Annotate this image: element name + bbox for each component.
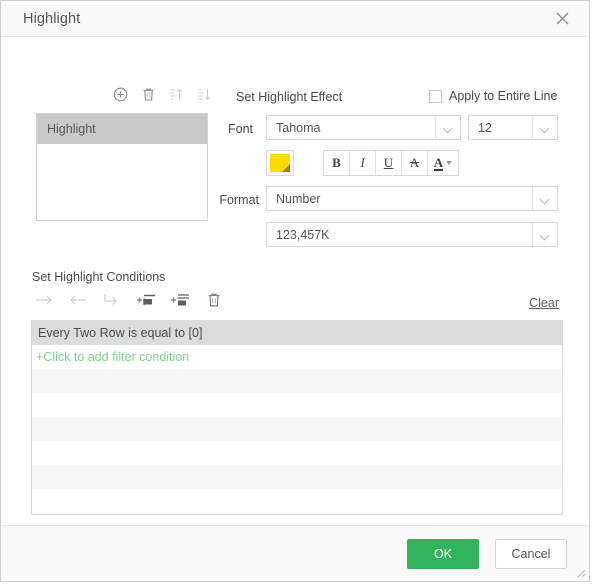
format-type-value: Number bbox=[276, 191, 321, 206]
conditions-grid[interactable]: Every Two Row is equal to [0] +Click to … bbox=[31, 320, 563, 515]
set-highlight-effect-label: Set Highlight Effect bbox=[236, 90, 343, 104]
page-title: Highlight bbox=[23, 10, 81, 27]
cancel-button[interactable]: Cancel bbox=[495, 538, 567, 569]
table-row[interactable] bbox=[32, 441, 562, 465]
arrow-turn-icon[interactable] bbox=[102, 290, 122, 310]
color-swatch bbox=[270, 154, 290, 172]
italic-glyph: I bbox=[360, 155, 365, 170]
table-row[interactable]: Every Two Row is equal to [0] bbox=[32, 321, 562, 345]
font-color-glyph: A bbox=[433, 154, 444, 171]
apply-to-entire-line-label: Apply to Entire Line bbox=[449, 89, 558, 103]
bold-icon[interactable]: B bbox=[324, 151, 350, 175]
resize-grip-icon[interactable] bbox=[574, 566, 586, 578]
clear-conditions-link[interactable]: Clear bbox=[529, 296, 559, 310]
list-item[interactable]: Highlight bbox=[37, 114, 207, 144]
set-highlight-conditions-label: Set Highlight Conditions bbox=[32, 270, 166, 284]
format-type-select[interactable]: Number bbox=[266, 186, 558, 211]
trash-icon[interactable] bbox=[204, 290, 224, 310]
table-row[interactable] bbox=[32, 489, 562, 513]
trash-icon[interactable] bbox=[139, 85, 157, 103]
highlight-list-toolbar bbox=[111, 85, 213, 103]
arrow-left-icon[interactable] bbox=[68, 290, 88, 310]
font-size-select[interactable]: 12 bbox=[468, 115, 558, 140]
checkbox-box[interactable] bbox=[429, 89, 442, 103]
dialog-footer: OK Cancel bbox=[1, 525, 589, 581]
font-size-value: 12 bbox=[478, 120, 492, 135]
format-label: Format bbox=[219, 193, 259, 207]
font-family-value: Tahoma bbox=[276, 120, 321, 135]
bold-glyph: B bbox=[332, 155, 341, 170]
italic-icon[interactable]: I bbox=[350, 151, 376, 175]
ok-button[interactable]: OK bbox=[407, 538, 479, 569]
chevron-down-icon[interactable] bbox=[532, 116, 557, 139]
underline-icon[interactable]: U bbox=[376, 151, 402, 175]
table-row[interactable] bbox=[32, 369, 562, 393]
font-color-icon[interactable]: A bbox=[428, 151, 458, 175]
add-condition-icon[interactable] bbox=[136, 290, 156, 310]
font-style-toolbar: B I U A A bbox=[323, 150, 459, 176]
add-circle-icon[interactable] bbox=[111, 85, 129, 103]
format-pattern-select[interactable]: 123,457K bbox=[266, 222, 558, 247]
table-row[interactable] bbox=[32, 393, 562, 417]
apply-to-entire-line-checkbox[interactable]: Apply to Entire Line bbox=[429, 89, 557, 103]
chevron-down-icon[interactable] bbox=[435, 116, 460, 139]
sort-descending-icon[interactable] bbox=[195, 85, 213, 103]
chevron-down-icon[interactable] bbox=[532, 223, 557, 246]
add-group-icon[interactable] bbox=[170, 290, 190, 310]
chevron-down-icon[interactable] bbox=[446, 161, 453, 165]
arrow-right-icon[interactable] bbox=[34, 290, 54, 310]
title-bar: Highlight bbox=[1, 1, 589, 37]
sort-ascending-icon[interactable] bbox=[167, 85, 185, 103]
highlight-dialog: Highlight Highlight Set Highlight Effect… bbox=[0, 0, 590, 582]
format-pattern-value: 123,457K bbox=[276, 227, 330, 242]
table-row[interactable] bbox=[32, 465, 562, 489]
chevron-down-icon[interactable] bbox=[532, 187, 557, 210]
font-label: Font bbox=[227, 122, 253, 136]
dialog-body: Highlight Set Highlight Effect Apply to … bbox=[1, 37, 589, 550]
strikethrough-glyph: A bbox=[409, 155, 420, 170]
add-filter-condition-row[interactable]: +Click to add filter condition bbox=[32, 345, 562, 369]
highlight-list[interactable]: Highlight bbox=[36, 113, 208, 221]
strikethrough-icon[interactable]: A bbox=[402, 151, 428, 175]
table-row[interactable] bbox=[32, 417, 562, 441]
font-family-select[interactable]: Tahoma bbox=[266, 115, 461, 140]
close-icon[interactable] bbox=[549, 6, 575, 32]
highlight-color-button[interactable] bbox=[266, 150, 294, 176]
conditions-toolbar bbox=[34, 290, 224, 310]
underline-glyph: U bbox=[383, 155, 394, 170]
